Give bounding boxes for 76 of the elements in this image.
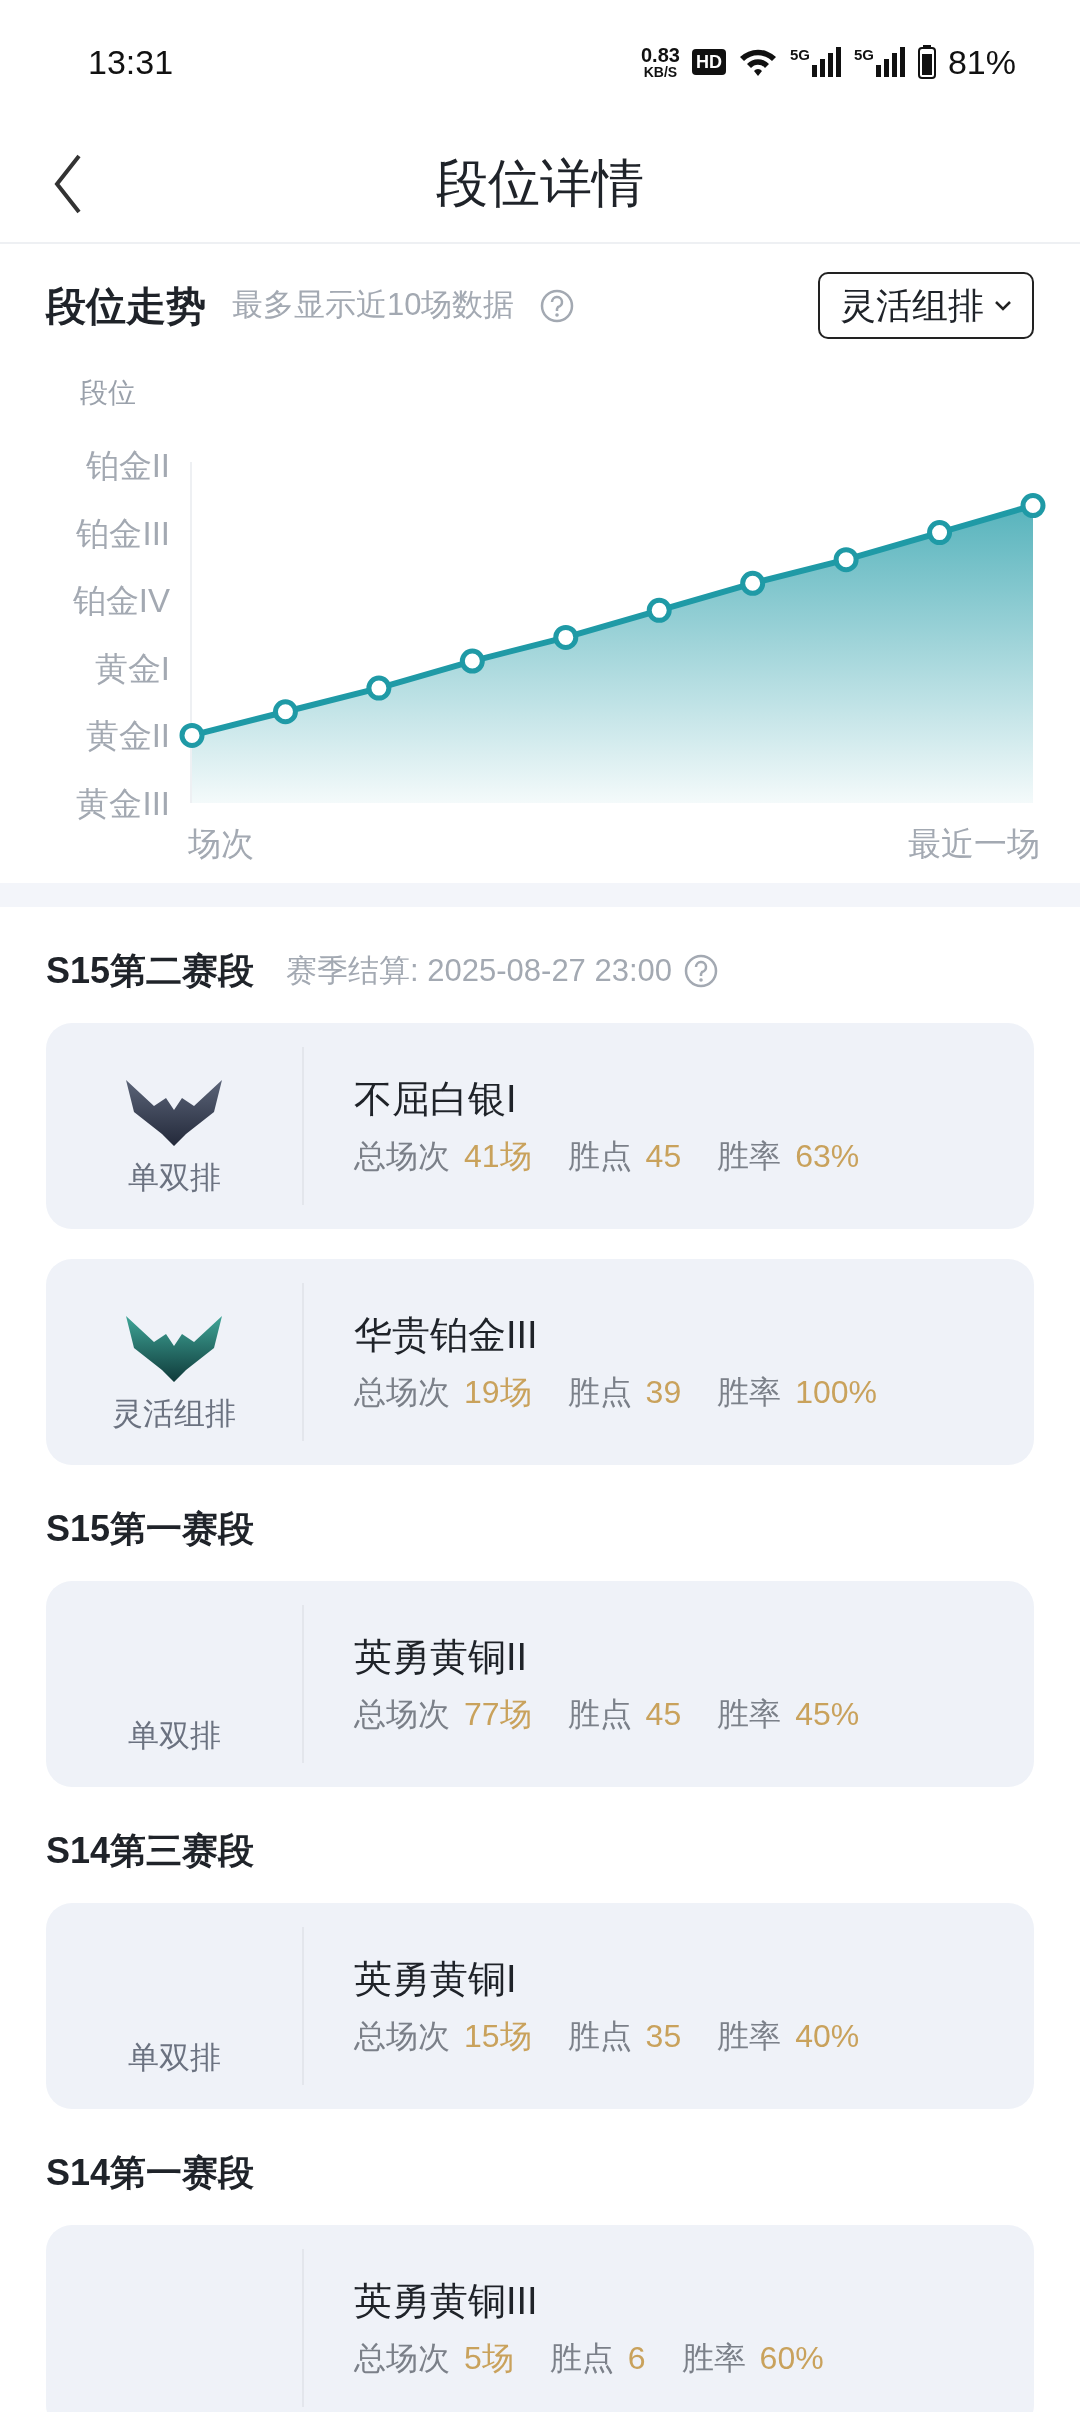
signal-icon: [875, 47, 906, 77]
stat-value: 63%: [795, 1140, 860, 1172]
rank-label: 黄金II: [85, 717, 170, 755]
stat-label: 胜率: [717, 1698, 782, 1730]
season-title: S14第一赛段: [46, 2151, 255, 2195]
stat-label: 胜点: [567, 2020, 632, 2052]
network-speed: 0.83: [640, 45, 680, 65]
stat-value: 5场: [464, 2342, 514, 2374]
stat-label: 胜率: [717, 1140, 782, 1172]
stat-label: 总场次: [354, 1140, 450, 1172]
back-icon: [53, 154, 83, 214]
rank-label: 黄金III: [76, 785, 170, 822]
rank-card[interactable]: 单双排 不屈白银I 总场次 41场 胜点 45 胜率 63%: [46, 1023, 1034, 1229]
stat-label: 胜率: [681, 2342, 746, 2374]
axis-caption: 场次: [188, 825, 254, 862]
stat-label: 胜率: [717, 2020, 782, 2052]
rank-label: 铂金III: [76, 514, 170, 552]
help-icon[interactable]: [540, 288, 575, 323]
season-title: S15第一赛段: [46, 1507, 255, 1551]
section-title: 段位走势: [46, 282, 206, 330]
stat-label: 总场次: [354, 2342, 450, 2374]
stat-value: 40%: [795, 2020, 860, 2052]
stat-label: 胜点: [567, 1140, 632, 1172]
stat-value: 77场: [464, 1698, 532, 1730]
rank-label: 铂金IV: [72, 582, 170, 620]
status-time: 13:31: [88, 41, 174, 83]
stat-label: 胜点: [567, 1376, 632, 1408]
stat-value: 19场: [464, 1376, 532, 1408]
queue-mode: 单双排: [127, 1719, 221, 1751]
stat-value: 41场: [464, 1140, 532, 1172]
stat-value: 35: [645, 2020, 682, 2052]
queue-dropdown[interactable]: 灵活组排: [818, 272, 1034, 339]
hd-badge: HD: [691, 49, 726, 75]
rank-label: 铂金II: [85, 447, 170, 484]
network-unit: KB/S: [643, 65, 678, 79]
rank-name: 英勇黄铜I: [354, 1960, 518, 1998]
stat-label: 胜率: [717, 1376, 782, 1408]
network-type: 5G: [789, 47, 810, 62]
axis-caption: 最近一场: [908, 825, 1040, 862]
rank-name: 不屈白银I: [354, 1080, 518, 1118]
signal-icon: [811, 47, 842, 77]
stat-value: 39: [645, 1376, 682, 1408]
queue-mode: 灵活组排: [112, 1397, 236, 1429]
rank-name: 华贵铂金III: [354, 1316, 539, 1354]
help-icon[interactable]: [684, 954, 719, 988]
stat-value: 15场: [464, 2020, 532, 2052]
battery-icon: [917, 45, 936, 79]
rank-card[interactable]: 单双排 英勇黄铜II 总场次 77场 胜点 45 胜率 45%: [46, 1581, 1034, 1787]
chevron-down-icon: [994, 299, 1012, 312]
rank-card[interactable]: 灵活组排 华贵铂金III 总场次 19场 胜点 39 胜率 100%: [46, 1259, 1034, 1465]
network-type: 5G: [853, 47, 874, 62]
rank-label: 黄金I: [94, 649, 170, 687]
season-title: S15第二赛段: [46, 949, 255, 993]
stat-value: 100%: [795, 1376, 878, 1408]
axis-title: 段位: [80, 377, 136, 408]
stat-label: 总场次: [354, 2020, 450, 2052]
stat-value: 45%: [795, 1698, 860, 1730]
rank-card[interactable]: 英勇黄铜III 总场次 5场 胜点 6 胜率 60%: [46, 2225, 1034, 2412]
stat-label: 胜点: [567, 1698, 632, 1730]
stat-value: 45: [645, 1698, 682, 1730]
stat-value: 60%: [759, 2342, 824, 2374]
stat-value: 6: [627, 2342, 646, 2374]
season-title: S14第三赛段: [46, 1829, 255, 1873]
section-subtitle: 最多显示近10场数据: [232, 286, 515, 325]
queue-mode: 单双排: [127, 1161, 221, 1193]
battery-percent: 81%: [947, 41, 1016, 83]
stat-value: 45: [645, 1140, 682, 1172]
rank-name: 英勇黄铜II: [354, 1638, 529, 1676]
rank-name: 英勇黄铜III: [354, 2282, 539, 2320]
stat-label: 总场次: [354, 1376, 450, 1408]
queue-mode: 单双排: [127, 2041, 221, 2073]
rank-card[interactable]: 单双排 英勇黄铜I 总场次 15场 胜点 35 胜率 40%: [46, 1903, 1034, 2109]
stat-label: 胜点: [549, 2342, 614, 2374]
stat-label: 总场次: [354, 1698, 450, 1730]
page-title: 段位详情: [436, 153, 644, 214]
settlement-time: 赛季结算: 2025-08-27 23:00: [286, 951, 673, 990]
